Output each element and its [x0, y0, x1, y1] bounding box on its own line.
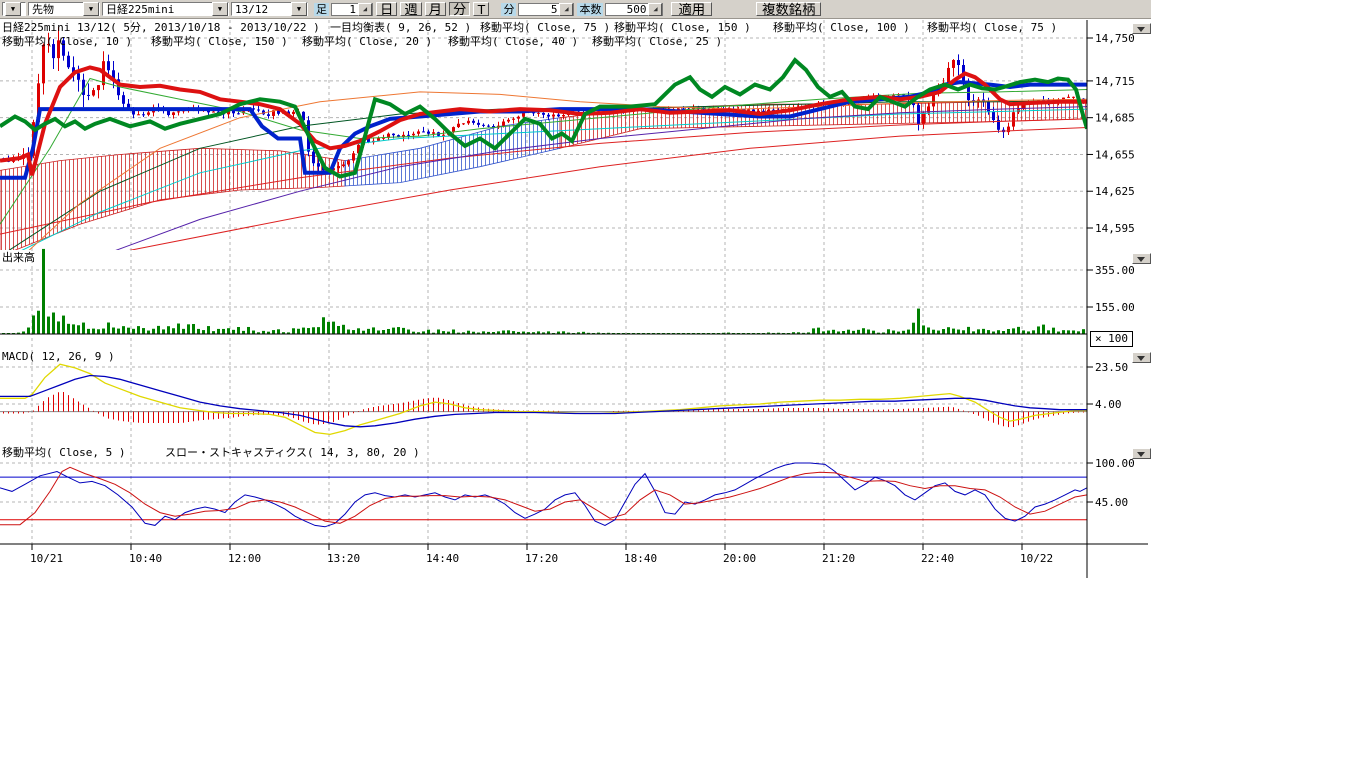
price-axis-label: 23.50 — [1095, 361, 1128, 374]
macd-panel — [0, 364, 1087, 434]
time-axis-label: 10:40 — [129, 552, 162, 565]
macd-scale-arrow-button[interactable] — [1132, 352, 1151, 363]
time-axis-label: 18:40 — [624, 552, 657, 565]
indicator-label: 日経225mini 13/12( 5分, 2013/10/18 - 2013/1… — [2, 21, 320, 34]
price-axis-label: 45.00 — [1095, 496, 1128, 509]
indicator-label: 移動平均( Close, 100 ) — [773, 20, 910, 34]
time-axis-label: 10/22 — [1020, 552, 1053, 565]
indicator-label: 移動平均( Close, 150 ) — [614, 20, 751, 34]
indicator-label: 移動平均( Close, 25 ) — [592, 34, 722, 48]
indicator-label: 移動平均( Close, 20 ) — [302, 34, 432, 48]
price-axis-label: 14,750 — [1095, 32, 1135, 45]
indicator-label: 移動平均( Close, 10 ) — [2, 34, 132, 48]
indicator-label: 移動平均( Close, 5 ) — [2, 445, 125, 459]
stoch-k-line — [0, 463, 1087, 527]
price-axis-label: 14,595 — [1095, 222, 1135, 235]
time-axis-label: 10/21 — [30, 552, 63, 565]
time-axis-label: 20:00 — [723, 552, 756, 565]
chart-application-window: ▼ 先物 ▼ 日経225mini ▼ 13/12 ▼ 足 1 ◢ 日 週 月 分… — [0, 0, 1366, 768]
time-axis-label: 14:40 — [426, 552, 459, 565]
volume-bars — [0, 249, 1087, 334]
stoch-d-line — [0, 467, 1087, 524]
indicator-label: スロー・ストキャスティクス( 14, 3, 80, 20 ) — [165, 446, 420, 459]
price-axis-label: 355.00 — [1095, 264, 1135, 277]
main-scale-arrow-button[interactable] — [1132, 23, 1151, 34]
price-axis-label: 100.00 — [1095, 457, 1135, 470]
indicator-label: 移動平均( Close, 75 ) — [927, 20, 1057, 34]
price-axis-label: 4.00 — [1095, 398, 1122, 411]
price-axis-label: 155.00 — [1095, 301, 1135, 314]
price-axis-label: 14,625 — [1095, 185, 1135, 198]
indicator-label: 出来高 — [2, 250, 35, 264]
stochastics-panel — [0, 463, 1087, 527]
time-axis-label: 17:20 — [525, 552, 558, 565]
indicator-label: 一目均衡表( 9, 26, 52 ) — [330, 20, 471, 34]
time-axis-label: 13:20 — [327, 552, 360, 565]
time-axis-label: 12:00 — [228, 552, 261, 565]
price-axis-label: 14,715 — [1095, 75, 1135, 88]
indicator-label: 移動平均( Close, 40 ) — [448, 34, 578, 48]
chart-canvas: 14,750 14,715 14,685 14,655 14,625 14,595 355.… — [0, 0, 1366, 750]
stoch-scale-arrow-button[interactable] — [1132, 448, 1151, 459]
indicator-label: 移動平均( Close, 150 ) — [151, 34, 288, 48]
time-axis-label: 21:20 — [822, 552, 855, 565]
volume-scale-arrow-button[interactable] — [1132, 253, 1151, 264]
price-axis-label: 14,685 — [1095, 112, 1135, 125]
price-axis-label: 14,655 — [1095, 148, 1135, 161]
volume-multiplier-badge: × 100 — [1090, 331, 1133, 347]
indicator-label: MACD( 12, 26, 9 ) — [2, 350, 115, 363]
time-axis-label: 22:40 — [921, 552, 954, 565]
indicator-label: 移動平均( Close, 75 ) — [480, 20, 610, 34]
